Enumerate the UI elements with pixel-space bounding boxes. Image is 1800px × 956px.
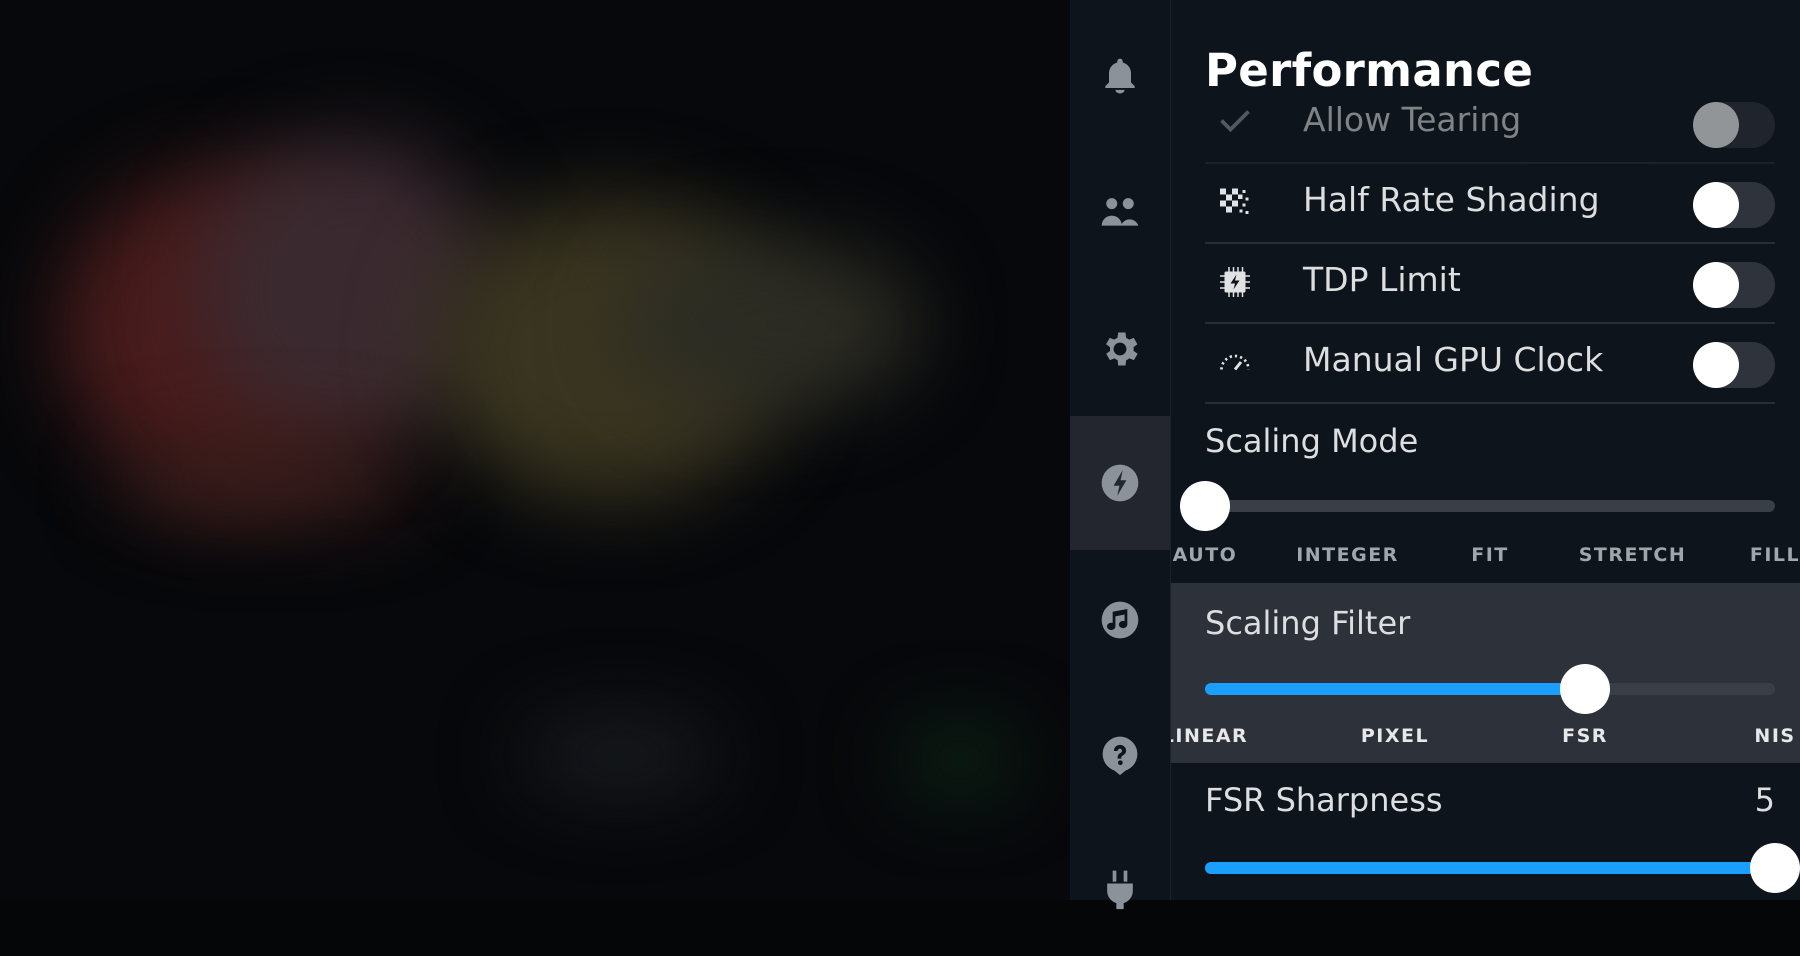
toggle-row-tdp-limit[interactable]: TDP Limit [1205, 242, 1775, 324]
toggle-row-allow-tearing[interactable]: Allow Tearing [1205, 82, 1775, 164]
chip-icon [1220, 267, 1250, 297]
slider-option-label[interactable]: NIS [1754, 725, 1795, 747]
toggle-knob [1693, 182, 1739, 228]
slider-option-label[interactable]: AUTO [1173, 544, 1238, 566]
toggle-label: Half Rate Shading [1303, 180, 1600, 219]
slider-option-label[interactable]: PIXEL [1361, 725, 1429, 747]
slider-fill [1205, 862, 1775, 874]
sidebar-item-performance[interactable] [1070, 416, 1170, 550]
sidebar-item-help[interactable] [1070, 688, 1170, 822]
slider-option-label[interactable]: INTEGER [1296, 544, 1399, 566]
fsr-sharpness-label: FSR Sharpness [1205, 781, 1443, 819]
toggle-label: TDP Limit [1303, 260, 1461, 299]
toggle-row-manual-gpu-clock[interactable]: Manual GPU Clock [1205, 322, 1775, 404]
checkerboard-icon [1220, 188, 1249, 214]
scaling-mode-label: Scaling Mode [1205, 422, 1419, 460]
slider-option-label[interactable]: LINEAR [1171, 725, 1248, 747]
scaling-mode-options: AUTO INTEGER FIT STRETCH FILL [1173, 544, 1799, 568]
plug-icon [1107, 870, 1133, 910]
slider-option-label[interactable]: FILL [1750, 544, 1800, 566]
tdp-limit-toggle[interactable] [1693, 262, 1775, 308]
lightning-icon [1101, 464, 1139, 502]
half-rate-shading-toggle[interactable] [1693, 182, 1775, 228]
slider-option-label[interactable]: FIT [1471, 544, 1509, 566]
sidebar-item-power[interactable] [1070, 822, 1170, 956]
toggle-knob [1693, 102, 1739, 148]
scaling-mode-slider[interactable] [1180, 481, 1775, 531]
sidebar-item-settings[interactable] [1070, 282, 1170, 416]
toggle-label: Allow Tearing [1303, 100, 1522, 139]
toggle-label: Manual GPU Clock [1303, 340, 1604, 379]
performance-panel: Performance Allow Tearing Half Rate Shad… [1171, 0, 1800, 900]
friends-icon [1101, 198, 1139, 226]
scaling-filter-label: Scaling Filter [1205, 604, 1411, 642]
sidebar-item-music[interactable] [1070, 553, 1170, 687]
fsr-sharpness-slider[interactable] [1205, 843, 1800, 893]
fsr-sharpness-value: 5 [1754, 781, 1775, 819]
scaling-filter-section[interactable]: Scaling Filter LINEAR PIXEL FSR NIS [1171, 583, 1800, 763]
slider-option-label[interactable]: FSR [1562, 725, 1608, 747]
slider-fill [1205, 683, 1585, 695]
gear-icon [1106, 332, 1138, 366]
help-icon [1102, 736, 1138, 776]
gauge-icon [1220, 354, 1250, 371]
slider-thumb[interactable] [1180, 481, 1230, 531]
music-note-icon [1101, 601, 1139, 639]
bg-blob [620, 240, 920, 410]
slider-thumb[interactable] [1560, 664, 1610, 714]
checkmark-icon [1220, 110, 1250, 133]
scaling-filter-slider[interactable] [1205, 664, 1775, 714]
allow-tearing-toggle[interactable] [1693, 102, 1775, 148]
scaling-filter-options: LINEAR PIXEL FSR NIS [1171, 725, 1794, 749]
sidebar-item-friends[interactable] [1070, 144, 1170, 278]
bg-blob [900, 730, 1020, 790]
sidebar-item-notifications[interactable] [1070, 10, 1170, 144]
slider-option-label[interactable]: STRETCH [1579, 544, 1687, 566]
manual-gpu-clock-toggle[interactable] [1693, 342, 1775, 388]
toggle-knob [1693, 342, 1739, 388]
quick-access-sidebar [1070, 0, 1171, 910]
toggle-row-half-rate-shading[interactable]: Half Rate Shading [1205, 162, 1775, 244]
blurred-background [0, 0, 1070, 900]
slider-thumb[interactable] [1750, 843, 1800, 893]
bg-blob [120, 440, 420, 520]
toggle-knob [1693, 262, 1739, 308]
bg-blob [520, 720, 720, 790]
bell-icon [1105, 58, 1135, 94]
